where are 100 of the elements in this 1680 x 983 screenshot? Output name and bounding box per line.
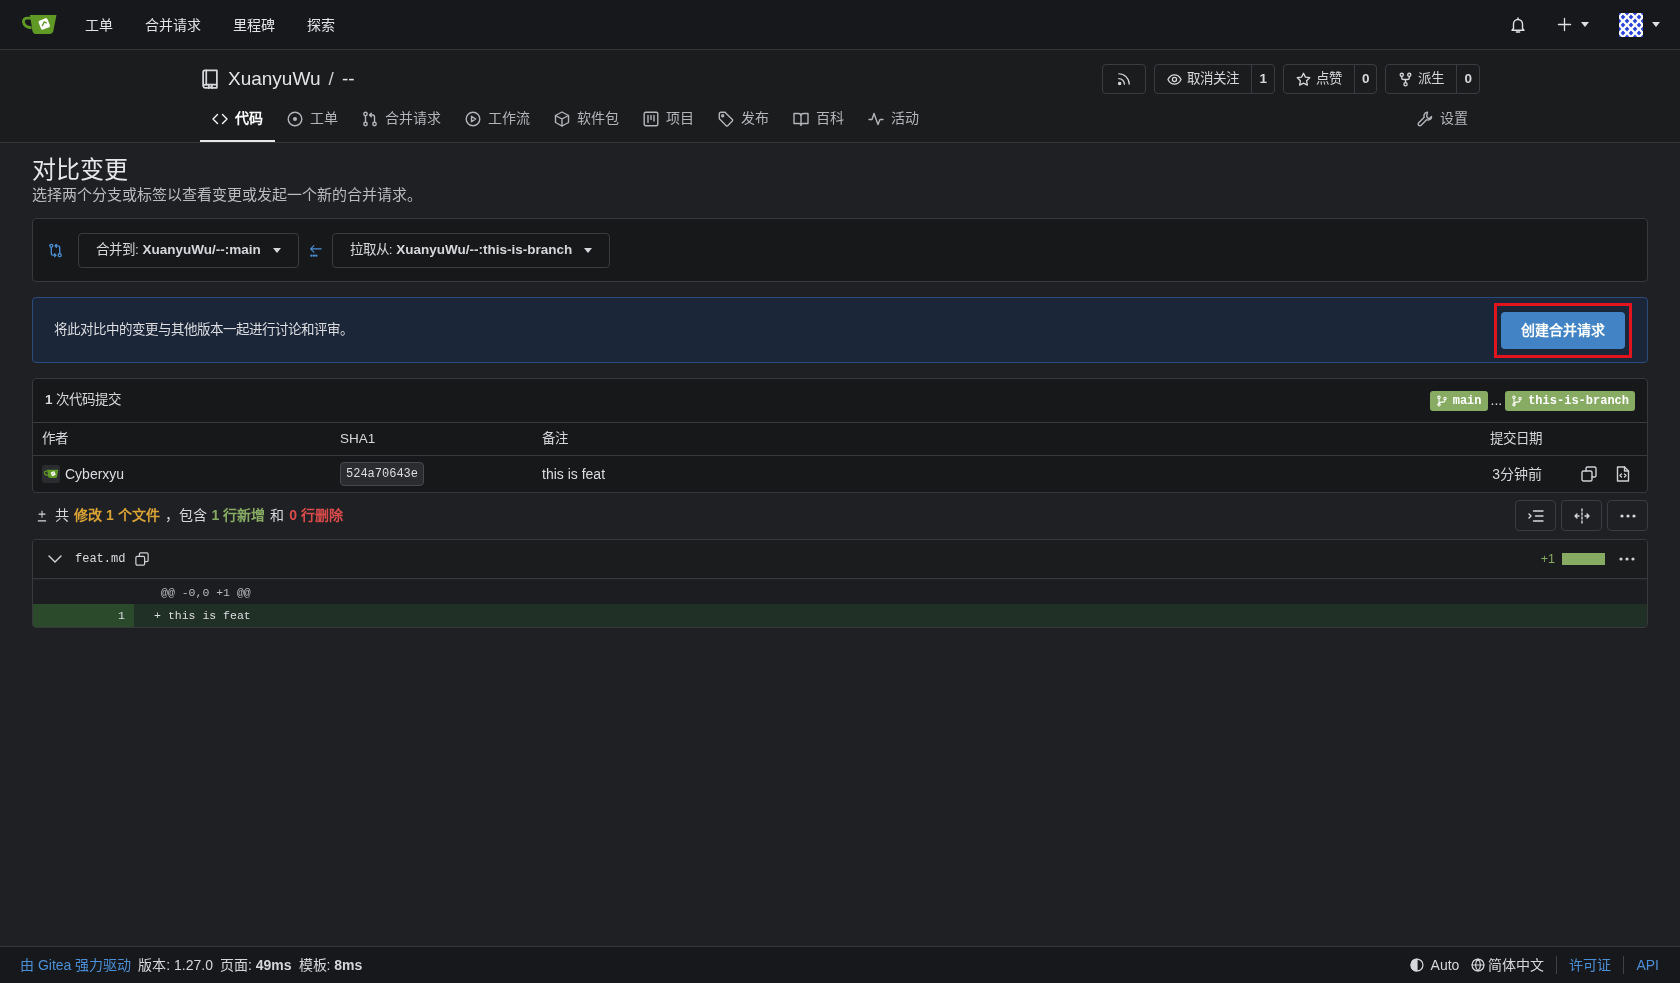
globe-icon xyxy=(1471,958,1486,972)
watch-count[interactable]: 1 xyxy=(1251,64,1275,94)
repo-tab[interactable]: 百科 xyxy=(781,97,856,142)
more-button[interactable] xyxy=(1607,500,1648,531)
circle-dot-icon xyxy=(287,110,303,127)
repo-owner-link[interactable]: XuanyuWu xyxy=(228,67,321,91)
repo-tab[interactable]: 活动 xyxy=(856,97,931,142)
file-menu-button[interactable] xyxy=(1619,557,1635,561)
fork-count[interactable]: 0 xyxy=(1456,64,1480,94)
repo-tab[interactable]: 工单 xyxy=(275,97,350,142)
list-indent-icon xyxy=(1527,507,1544,524)
chevron-down-icon[interactable] xyxy=(48,555,62,563)
cube-icon xyxy=(554,110,570,127)
base-branch-dropdown[interactable]: 合并到: XuanyuWu/--:main xyxy=(78,232,299,268)
star-count[interactable]: 0 xyxy=(1353,64,1378,94)
copy-sha-button[interactable] xyxy=(1581,466,1597,482)
commit-count: 1 次代码提交 xyxy=(45,391,122,410)
additions-count: +1 xyxy=(1540,550,1555,568)
repo-name-link[interactable]: -- xyxy=(341,67,355,91)
theme-menu[interactable]: Auto xyxy=(1409,954,1460,976)
arrow-left-icon xyxy=(308,243,322,257)
more-icon xyxy=(1619,557,1635,561)
copy-icon xyxy=(1581,466,1597,482)
footer-link[interactable]: API xyxy=(1636,954,1659,976)
language-menu[interactable]: 简体中文 xyxy=(1471,954,1545,976)
branch-icon xyxy=(1511,394,1524,407)
path-separator: / xyxy=(328,67,334,91)
fork-icon xyxy=(1398,71,1414,87)
board-icon xyxy=(643,110,659,127)
line-number: 1 xyxy=(118,607,125,624)
diffstat-bar xyxy=(1562,553,1605,565)
compare-arrows-icon xyxy=(48,242,63,258)
file-tree-button[interactable] xyxy=(1515,500,1556,531)
user-menu-button[interactable] xyxy=(1619,12,1660,37)
nav-link[interactable]: 里程碑 xyxy=(217,9,291,40)
diff-summary: 共 修改 1 个文件 ，包含 1 行新增 和 0 行删除 xyxy=(55,506,343,525)
caret-icon xyxy=(1581,22,1589,27)
rss-icon xyxy=(1117,72,1132,86)
wrench-icon xyxy=(1417,110,1433,127)
repo-tab[interactable]: 发布 xyxy=(706,97,781,142)
column-header: SHA1 xyxy=(340,429,376,448)
template-time: 模板: 8ms xyxy=(298,955,363,975)
page-title: 对比变更 xyxy=(32,155,129,185)
tag-icon xyxy=(718,110,734,127)
code-text: this is feat xyxy=(167,607,251,624)
hunk-header: @@ -0,0 +1 @@ xyxy=(161,584,251,601)
repo-tab[interactable]: 项目 xyxy=(631,97,706,142)
plus-icon xyxy=(1557,17,1572,32)
star-button[interactable]: 点赞 xyxy=(1282,64,1355,94)
repo-tab[interactable]: 设置 xyxy=(1405,97,1480,142)
bell-icon xyxy=(1510,16,1526,33)
commit-date: 3分钟前 xyxy=(1492,464,1542,484)
browse-files-button[interactable] xyxy=(1615,466,1631,482)
book-icon xyxy=(200,69,220,89)
page-subtitle: 选择两个分支或标签以查看变更或发起一个新的合并请求。 xyxy=(32,185,423,205)
plus-minus-icon xyxy=(36,509,48,522)
author-link[interactable]: Cyberxyu xyxy=(65,463,125,485)
split-view-button[interactable] xyxy=(1561,500,1602,531)
repo-tab[interactable]: 代码 xyxy=(200,97,275,142)
head-branch-dropdown[interactable]: 拉取从: XuanyuWu/--:this-is-branch xyxy=(331,232,611,268)
range-separator: ... xyxy=(1490,391,1503,410)
pulse-icon xyxy=(868,110,884,127)
play-circle-icon xyxy=(465,110,481,127)
repo-tab[interactable]: 合并请求 xyxy=(350,97,453,142)
create-pull-request-button[interactable]: 创建合并请求 xyxy=(1501,311,1625,349)
file-code-icon xyxy=(1615,466,1631,482)
copy-path-button[interactable] xyxy=(135,552,150,566)
repo-tab[interactable]: 软件包 xyxy=(542,97,631,142)
repo-tab[interactable]: 工作流 xyxy=(453,97,542,142)
notifications-button[interactable] xyxy=(1510,16,1526,33)
pull-request-icon xyxy=(362,110,378,127)
half-circle-icon xyxy=(1409,958,1424,972)
logo-icon[interactable] xyxy=(22,14,57,35)
commit-sha-button[interactable]: 524a70643e xyxy=(340,462,424,486)
star-icon xyxy=(1295,71,1311,87)
expand-arrows-icon xyxy=(1573,507,1590,524)
fork-button[interactable]: 派生 xyxy=(1385,64,1458,94)
nav-link[interactable]: 工单 xyxy=(69,9,129,40)
rss-button[interactable] xyxy=(1102,64,1147,94)
caret-icon xyxy=(1652,22,1660,27)
avatar-icon xyxy=(1619,12,1643,37)
powered-by-link[interactable]: 由 Gitea 强力驱动 xyxy=(20,954,132,976)
avatar-icon xyxy=(42,465,60,483)
commit-message-link[interactable]: this is feat xyxy=(542,463,606,485)
diff-sign: + xyxy=(154,607,161,624)
open-book-icon xyxy=(793,110,809,127)
watch-button[interactable]: 取消关注 xyxy=(1154,64,1253,94)
column-header: 作者 xyxy=(42,429,68,448)
copy-icon xyxy=(135,552,150,566)
column-header: 提交日期 xyxy=(1490,429,1542,448)
column-header: 备注 xyxy=(542,429,568,448)
notice-message: 将此对比中的变更与其他版本一起进行讨论和评审。 xyxy=(54,320,353,339)
footer-link[interactable]: 许可证 xyxy=(1569,954,1612,976)
nav-link[interactable]: 合并请求 xyxy=(129,9,217,40)
branch-icon xyxy=(1435,394,1448,407)
more-icon xyxy=(1619,513,1636,518)
create-menu-button[interactable] xyxy=(1557,17,1589,32)
nav-link[interactable]: 探索 xyxy=(291,9,351,40)
caret-icon xyxy=(272,247,281,253)
file-name: feat.md xyxy=(75,551,126,568)
